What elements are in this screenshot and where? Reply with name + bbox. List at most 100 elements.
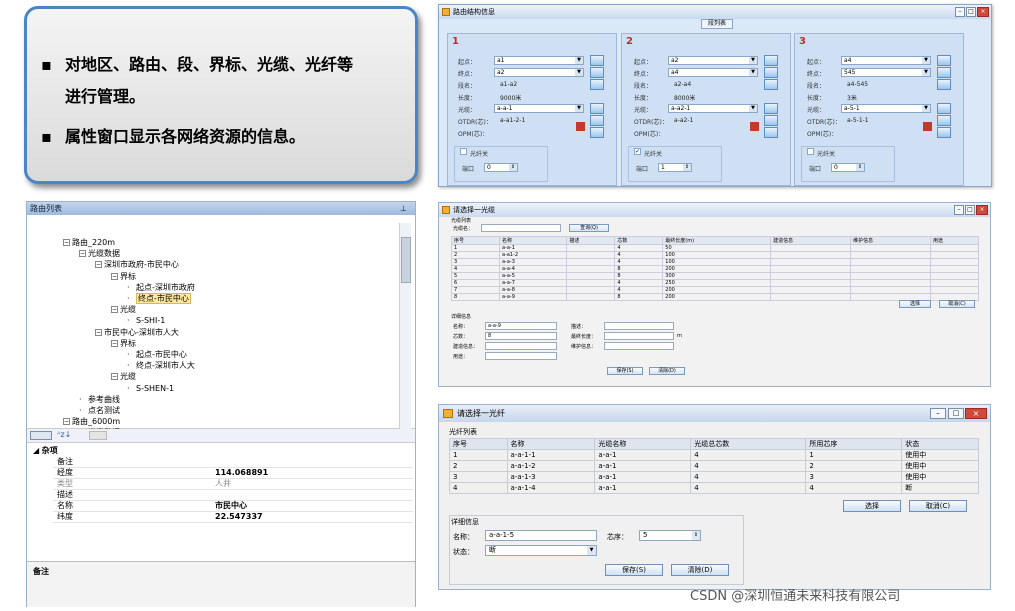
property-pages-button[interactable] xyxy=(89,431,107,440)
port-spinner[interactable]: 0 ⇕ xyxy=(831,163,865,172)
cable-combo[interactable]: a-a2-1 ▼ xyxy=(668,104,758,113)
select-button[interactable]: 选择 xyxy=(843,500,901,512)
prop-value[interactable]: 114.068891 xyxy=(215,468,268,478)
column-header[interactable]: 描述 xyxy=(566,236,616,245)
close-button[interactable]: × xyxy=(977,7,989,17)
table-row[interactable]: 5 a-a-5 8 300 xyxy=(451,272,980,280)
segment-list-tab[interactable]: 段列表 xyxy=(701,19,733,29)
column-header[interactable]: 芯数 xyxy=(614,236,664,245)
desc-input[interactable] xyxy=(604,322,674,330)
column-header[interactable]: 最终长度(m) xyxy=(662,236,772,245)
fiber-name-input[interactable]: a-a-1-5 xyxy=(485,530,597,541)
chevron-down-icon[interactable]: ▼ xyxy=(922,69,930,76)
end-combo[interactable]: 545 ▼ xyxy=(841,68,931,77)
cable-name-input[interactable]: a-a-9 xyxy=(485,322,557,330)
cable-combo[interactable]: a-5-1 ▼ xyxy=(841,104,931,113)
collapse-icon[interactable]: − xyxy=(111,306,118,314)
collapse-icon[interactable]: − xyxy=(63,239,70,246)
trash-icon[interactable] xyxy=(750,122,759,131)
tree-node[interactable]: − 深圳市政府-市民中心 xyxy=(95,259,179,270)
tree-node[interactable]: − 路由_6000m xyxy=(63,416,120,427)
tree-node[interactable]: − 市民中心-深圳市人大 xyxy=(95,327,179,338)
end-combo[interactable]: a2 ▼ xyxy=(494,68,584,77)
pin-icon[interactable]: ⊥ xyxy=(400,202,407,215)
prop-value[interactable]: 人井 xyxy=(215,479,231,489)
spinner-arrows-icon[interactable]: ⇕ xyxy=(856,164,864,171)
tree-node[interactable]: · 点名测试 xyxy=(79,405,120,416)
tree-scrollbar[interactable] xyxy=(399,223,411,429)
fiber-checkbox[interactable] xyxy=(460,148,467,155)
column-header[interactable]: 状态 xyxy=(901,438,979,450)
column-header[interactable]: 名称 xyxy=(506,438,596,450)
prop-value[interactable]: 22.547337 xyxy=(215,512,263,522)
edit-icon[interactable] xyxy=(764,55,778,66)
select-button[interactable]: 选择 xyxy=(899,300,931,308)
table-row[interactable]: 2 a-a1-2 4 100 xyxy=(451,251,980,259)
tree-node[interactable]: · 起点-市民中心 xyxy=(127,349,187,360)
spinner-arrows-icon[interactable]: ⇕ xyxy=(692,531,700,540)
save-button[interactable]: 保存(S) xyxy=(605,564,663,576)
close-button[interactable]: × xyxy=(976,205,988,215)
chevron-down-icon[interactable]: ▼ xyxy=(749,105,757,112)
tree-node[interactable]: · 起点-深圳市政府 xyxy=(127,282,195,293)
table-row[interactable]: 1 a-a-1-1 a-a-1 4 1 使用中 xyxy=(449,449,979,461)
status-select[interactable]: 断 ▼ xyxy=(485,545,597,556)
cable-search-input[interactable] xyxy=(481,224,561,232)
table-row[interactable]: 4 a-a-1-4 a-a-1 4 4 断 xyxy=(449,482,979,494)
tree-node[interactable]: − 光缆 xyxy=(111,371,136,382)
port-spinner[interactable]: 0 ⇕ xyxy=(484,163,518,172)
collapse-icon[interactable]: − xyxy=(95,328,102,336)
tree-node[interactable]: − 界标 xyxy=(111,338,136,349)
minimize-button[interactable]: – xyxy=(930,408,946,419)
core-spinner[interactable]: 5 ⇕ xyxy=(639,530,701,541)
edit-icon[interactable] xyxy=(937,67,951,78)
collapse-icon[interactable]: − xyxy=(111,272,118,280)
table-row[interactable]: 6 a-a-7 4 250 xyxy=(451,279,980,287)
maximize-button[interactable]: □ xyxy=(948,408,964,419)
chevron-down-icon[interactable]: ▼ xyxy=(749,57,757,64)
clear-button[interactable]: 清除(D) xyxy=(671,564,729,576)
build-input[interactable] xyxy=(485,342,557,350)
edit-icon[interactable] xyxy=(937,55,951,66)
minimize-button[interactable]: – xyxy=(954,205,964,215)
tree-node[interactable]: · 终点-深圳市人大 xyxy=(127,360,195,371)
edit-icon[interactable] xyxy=(764,79,778,90)
start-combo[interactable]: a4 ▼ xyxy=(841,56,931,65)
table-row[interactable]: 1 a-a-1 4 50 xyxy=(451,244,980,252)
table-row[interactable]: 7 a-a-8 4 200 xyxy=(451,286,980,294)
edit-icon[interactable] xyxy=(764,127,778,138)
tree-node[interactable]: · 终点-市民中心 xyxy=(127,293,191,304)
edit-icon[interactable] xyxy=(937,79,951,90)
edit-icon[interactable] xyxy=(590,67,604,78)
table-row[interactable]: 3 a-a-3 4 100 xyxy=(451,258,980,266)
tree-node[interactable]: − 路由_220m xyxy=(63,237,115,248)
tree-node[interactable]: · S-SHEN-1 xyxy=(127,383,174,394)
maximize-button[interactable]: □ xyxy=(966,7,976,17)
collapse-icon[interactable]: − xyxy=(79,250,86,258)
edit-icon[interactable] xyxy=(764,67,778,78)
cancel-button[interactable]: 取消(C) xyxy=(939,300,975,308)
chevron-down-icon[interactable]: ▼ xyxy=(575,69,583,76)
edit-icon[interactable] xyxy=(764,103,778,114)
tree-node[interactable]: · 参考曲线 xyxy=(79,394,120,405)
chevron-down-icon[interactable]: ▼ xyxy=(575,57,583,64)
column-header[interactable]: 序号 xyxy=(449,438,508,450)
edit-icon[interactable] xyxy=(590,115,604,126)
cable-combo[interactable]: a-a-1 ▼ xyxy=(494,104,584,113)
column-header[interactable]: 所用芯序 xyxy=(805,438,903,450)
cores-input[interactable]: 8 xyxy=(485,332,557,340)
port-spinner[interactable]: 1 ⇕ xyxy=(658,163,692,172)
trash-icon[interactable] xyxy=(923,122,932,131)
prop-value[interactable]: 市民中心 xyxy=(215,501,247,511)
minimize-button[interactable]: – xyxy=(955,7,965,17)
sort-alpha-icon[interactable]: ᴬᴢ↓ xyxy=(57,430,71,439)
table-row[interactable]: 2 a-a-1-2 a-a-1 4 2 使用中 xyxy=(449,460,979,472)
collapse-icon[interactable]: − xyxy=(63,418,70,426)
chevron-down-icon[interactable]: ▼ xyxy=(587,546,596,555)
maximize-button[interactable]: □ xyxy=(965,205,975,215)
collapse-icon[interactable]: − xyxy=(111,373,118,381)
column-header[interactable]: 光缆名称 xyxy=(594,438,692,450)
column-header[interactable]: 名称 xyxy=(498,236,568,245)
column-header[interactable]: 建造信息 xyxy=(770,236,852,245)
save-button[interactable]: 保存(S) xyxy=(607,367,643,375)
